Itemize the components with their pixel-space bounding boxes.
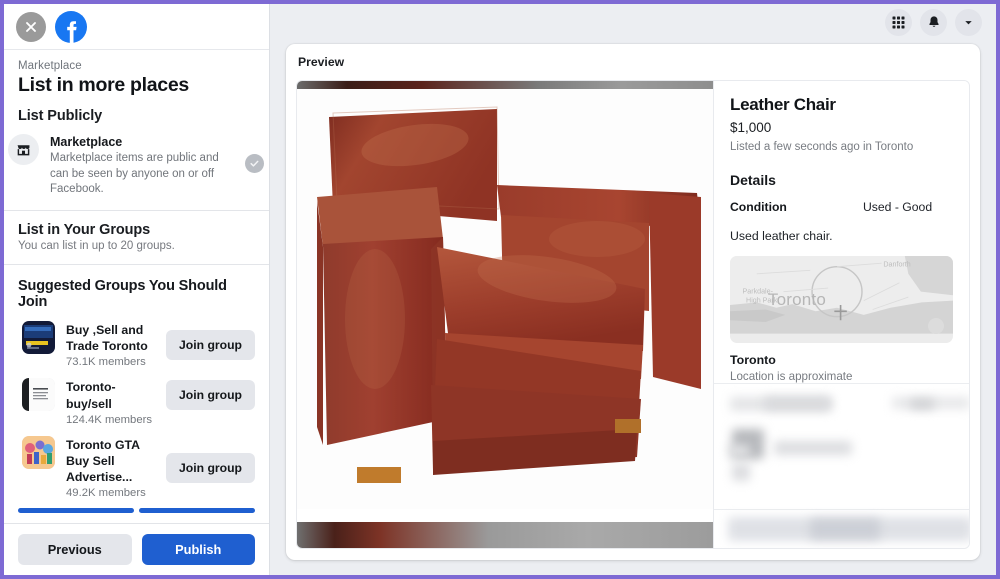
listing-description: Used leather chair. — [730, 229, 833, 243]
join-group-button[interactable]: Join group — [166, 452, 255, 483]
list-in-groups-heading: List in Your Groups — [18, 221, 151, 238]
top-toolbar — [270, 4, 996, 40]
group-avatar — [22, 378, 55, 412]
map-city-label: Toronto — [767, 289, 827, 309]
location-note: Location is approximate — [730, 370, 853, 383]
preview-label: Preview — [298, 55, 345, 69]
svg-text:Danforth: Danforth — [883, 261, 910, 269]
group-avatar — [22, 320, 55, 354]
listing-photo — [297, 89, 713, 522]
group-name: Toronto GTA Buy Sell Advertise... — [66, 437, 140, 485]
group-members: 73.1K members — [66, 356, 146, 369]
facebook-logo[interactable] — [55, 10, 87, 43]
progress-segment — [139, 507, 255, 513]
listing-price: $1,000 — [730, 120, 772, 135]
join-group-button[interactable]: Join group — [166, 380, 255, 411]
listing-preview: Leather Chair $1,000 Listed a few second… — [296, 80, 970, 549]
photo-top-band — [297, 81, 713, 89]
list-item[interactable]: Buy ,Sell and Trade Toronto 73.1K member… — [18, 316, 255, 373]
listing-title: Leather Chair — [730, 95, 836, 114]
left-sidebar: Marketplace List in more places List Pub… — [4, 4, 270, 575]
listing-timestamp: Listed a few seconds ago in Toronto — [730, 141, 914, 153]
sidebar-scroll-area[interactable]: Marketplace List in more places List Pub… — [4, 50, 269, 523]
location-map[interactable]: Danforth Parkdale- High Park Toronto — [730, 256, 953, 343]
list-publicly-heading: List Publicly — [18, 108, 103, 124]
condition-row: Condition Used - Good — [730, 200, 953, 214]
marketplace-option-name: Marketplace — [50, 135, 123, 149]
group-avatar — [22, 435, 55, 469]
grid-menu-icon[interactable] — [885, 8, 912, 36]
marketplace-option-description: Marketplace items are public and can be … — [50, 152, 219, 196]
sidebar-footer: Previous Publish — [4, 523, 269, 575]
list-item[interactable]: Toronto-buy/sell 124.4K members Join gro… — [18, 373, 255, 430]
divider — [4, 263, 269, 265]
publish-button[interactable]: Publish — [141, 534, 255, 565]
photo-bottom-band — [297, 522, 713, 548]
chevron-down-icon[interactable] — [955, 8, 982, 36]
preview-card: Preview Leather Chair $1,000 Listed a fe… — [286, 44, 980, 560]
close-icon[interactable] — [16, 11, 46, 42]
details-heading: Details — [730, 172, 776, 188]
suggested-groups-heading: Suggested Groups You Should Join — [18, 277, 227, 310]
bell-icon[interactable] — [920, 8, 947, 36]
group-name: Toronto-buy/sell — [66, 380, 116, 411]
sidebar-header — [4, 4, 269, 50]
browser-window: Marketplace List in more places List Pub… — [0, 0, 1000, 579]
condition-label: Condition — [730, 200, 787, 214]
join-group-button[interactable]: Join group — [166, 329, 255, 360]
step-progress — [4, 497, 269, 523]
breadcrumb: Marketplace — [18, 60, 82, 72]
progress-segment — [18, 507, 134, 513]
location-city: Toronto — [730, 353, 776, 367]
marketplace-option-row[interactable]: Marketplace Marketplace items are public… — [4, 124, 269, 210]
check-circle-icon[interactable] — [245, 154, 264, 173]
expand-icon[interactable] — [928, 318, 944, 334]
condition-value: Used - Good — [863, 200, 933, 214]
previous-button[interactable]: Previous — [18, 534, 132, 565]
storefront-icon — [8, 134, 39, 165]
main-area: Preview Leather Chair $1,000 Listed a fe… — [270, 4, 996, 575]
seller-section-redacted — [714, 383, 969, 548]
group-members: 124.4K members — [66, 413, 153, 426]
listing-detail-pane: Leather Chair $1,000 Listed a few second… — [713, 81, 969, 548]
group-name: Buy ,Sell and Trade Toronto — [66, 322, 148, 354]
list-in-groups-subtext: You can list in up to 20 groups. — [18, 239, 175, 252]
listing-photo-pane[interactable] — [297, 81, 713, 548]
page-title: List in more places — [18, 74, 189, 96]
